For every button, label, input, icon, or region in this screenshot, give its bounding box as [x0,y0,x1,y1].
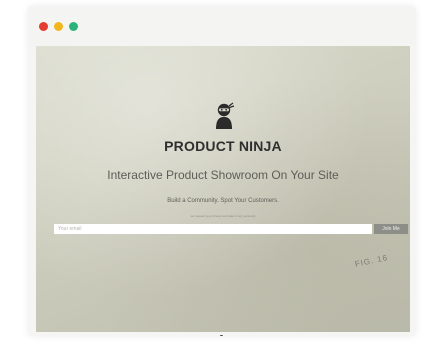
minimize-window-icon[interactable] [54,22,63,31]
background-stamp-text: FIG. 16 [354,252,389,269]
maximize-window-icon[interactable] [69,22,78,31]
subheadline: Build a Community. Spot Your Customers. [167,198,279,204]
join-button[interactable]: Join Me [374,224,408,234]
brand-title: PRODUCT NINJA [164,138,282,154]
window-titlebar [28,6,416,46]
scroll-down-icon[interactable]: ▼ [219,335,224,337]
headline: Interactive Product Showroom On Your Sit… [107,168,339,182]
privacy-note: we respect your privacy and take it very… [190,214,256,218]
hero-section: PRODUCT NINJA Interactive Product Showro… [36,46,410,336]
close-window-icon[interactable] [39,22,48,31]
email-input[interactable] [54,224,372,234]
browser-window: PRODUCT NINJA Interactive Product Showro… [28,6,416,336]
ninja-icon [216,102,235,129]
